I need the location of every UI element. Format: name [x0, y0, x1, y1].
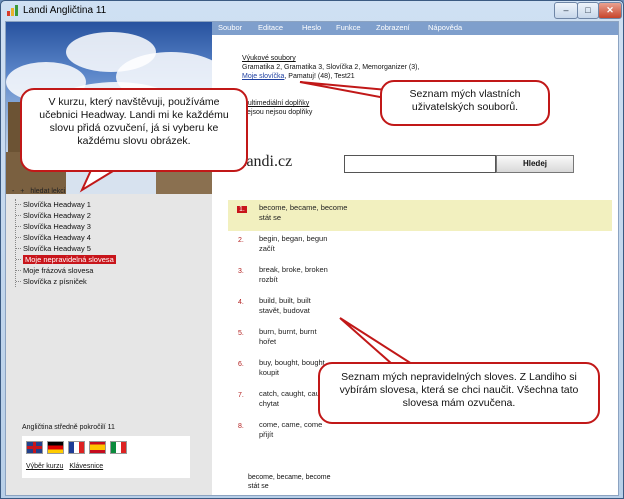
lesson-item[interactable]: Slovíčka Headway 2 — [16, 210, 116, 221]
italian-flag-icon[interactable] — [110, 441, 127, 454]
landi-logo: landi.cz — [242, 153, 293, 170]
verb-translation: koupit — [259, 368, 280, 377]
search-lesson-link[interactable]: hledat lekci — [30, 188, 65, 195]
lesson-item[interactable]: Moje frázová slovesa — [16, 265, 116, 276]
lesson-item[interactable]: Slovíčka Headway 3 — [16, 221, 116, 232]
verb-row[interactable]: 5. burn, burnt, burnt hořet — [228, 324, 612, 355]
study-files-line: Gramatika 2, Gramatika 3, Slovíčka 2, Me… — [242, 64, 420, 71]
window-title: Landi Angličtina 11 — [23, 5, 107, 16]
verb-number: 2. — [238, 237, 244, 244]
verb-translation: stavět, budovat — [259, 306, 310, 315]
bottom-verb-preview: become, became, become stát se — [248, 473, 331, 491]
app-window: Landi Angličtina 11 – □ ✕ - + hledat lek… — [0, 0, 624, 499]
verb-row[interactable]: 3. break, broke, broken rozbít — [228, 262, 612, 293]
lesson-item[interactable]: Slovíčka Headway 1 — [16, 199, 116, 210]
verb-row[interactable]: 4. build, built, built stavět, budovat — [228, 293, 612, 324]
verb-translation: chytat — [259, 399, 280, 408]
course-select-link[interactable]: Výběr kurzu — [26, 463, 63, 470]
lesson-item[interactable]: Slovíčka Headway 4 — [16, 232, 116, 243]
collapse-button[interactable]: - — [12, 188, 14, 195]
search-button[interactable]: Hledej — [496, 155, 574, 173]
tree-controls: - + hledat lekci — [12, 188, 116, 195]
course-level-label: Angličtina středně pokročilí 11 — [22, 424, 115, 431]
search-input[interactable] — [344, 155, 496, 173]
verb-number: 3. — [238, 268, 244, 275]
menu-bar: Soubor Editace Heslo Funkce Zobrazení Ná… — [212, 22, 618, 35]
verb-forms: build, built, built — [259, 296, 311, 305]
menu-soubor[interactable]: Soubor — [218, 23, 242, 32]
verb-forms: burn, burnt, burnt — [259, 327, 317, 336]
lesson-tree: - + hledat lekci Slovíčka Headway 1 Slov… — [12, 188, 116, 287]
multimedia-heading[interactable]: Multimediální doplňky — [242, 99, 312, 108]
course-links: Výběr kurzu Klávesnice — [26, 463, 107, 470]
verb-row[interactable]: 1. become, became, become stát se — [228, 200, 612, 231]
language-panel: Výběr kurzu Klávesnice — [22, 436, 190, 478]
headway-callout: V kurzu, který navštěvuji, používáme uče… — [20, 88, 248, 172]
close-button[interactable]: ✕ — [598, 2, 622, 19]
menu-editace[interactable]: Editace — [258, 23, 283, 32]
verb-translation: rozbít — [259, 275, 278, 284]
verb-number: 8. — [238, 423, 244, 430]
spanish-flag-icon[interactable] — [89, 441, 106, 454]
keyboard-link[interactable]: Klávesnice — [69, 463, 103, 470]
bottom-verb-translation: stát se — [248, 483, 269, 490]
verb-forms: become, became, become — [259, 203, 348, 212]
lesson-list: Slovíčka Headway 1 Slovíčka Headway 2 Sl… — [15, 199, 116, 287]
study-files-heading[interactable]: Výukové soubory — [242, 54, 419, 63]
verb-translation: začít — [259, 244, 275, 253]
verb-forms: come, came, come — [259, 420, 323, 429]
verb-number: 5. — [238, 330, 244, 337]
uk-flag-icon[interactable] — [26, 441, 43, 454]
bottom-verb-forms: become, became, become — [248, 474, 331, 481]
title-bar: Landi Angličtina 11 – □ ✕ — [1, 1, 623, 21]
user-files-callout: Seznam mých vlastních uživatelských soub… — [380, 80, 550, 126]
lesson-item[interactable]: Slovíčka Headway 5 — [16, 243, 116, 254]
study-files-section: Výukové soubory Gramatika 2, Gramatika 3… — [242, 54, 419, 81]
verb-number: 1. — [237, 206, 247, 213]
multimedia-section: Multimediální doplňky Nejsou nejsou dopl… — [242, 99, 312, 117]
minimize-button[interactable]: – — [554, 2, 578, 19]
verb-translation: hořet — [259, 337, 277, 346]
verb-row[interactable]: 2. begin, began, begun začít — [228, 231, 612, 262]
study-files-rest: , Pamatuj! (48), Test21 — [284, 73, 355, 80]
verb-number: 6. — [238, 361, 244, 368]
german-flag-icon[interactable] — [47, 441, 64, 454]
verb-forms: break, broke, broken — [259, 265, 328, 274]
lesson-item-selected[interactable]: Moje nepravidelná slovesa — [16, 254, 116, 265]
irregular-verbs-callout: Seznam mých nepravidelných sloves. Z Lan… — [318, 362, 600, 424]
verb-number: 4. — [238, 299, 244, 306]
menu-heslo[interactable]: Heslo — [302, 23, 321, 32]
maximize-button[interactable]: □ — [577, 2, 599, 19]
my-words-link[interactable]: Moje slovíčka — [242, 73, 284, 80]
lesson-item[interactable]: Slovíčka z písniček — [16, 276, 116, 287]
menu-napoveda[interactable]: Nápověda — [428, 23, 462, 32]
menu-zobrazeni[interactable]: Zobrazení — [376, 23, 410, 32]
verb-number: 7. — [238, 392, 244, 399]
verb-translation: přijít — [259, 430, 274, 439]
app-icon — [7, 5, 19, 16]
verb-translation: stát se — [259, 213, 282, 222]
verb-forms: begin, began, begun — [259, 234, 328, 243]
verb-forms: buy, bought, bought — [259, 358, 325, 367]
multimedia-text: Nejsou nejsou doplňky — [242, 109, 313, 116]
menu-funkce[interactable]: Funkce — [336, 23, 361, 32]
french-flag-icon[interactable] — [68, 441, 85, 454]
expand-button[interactable]: + — [20, 188, 24, 195]
